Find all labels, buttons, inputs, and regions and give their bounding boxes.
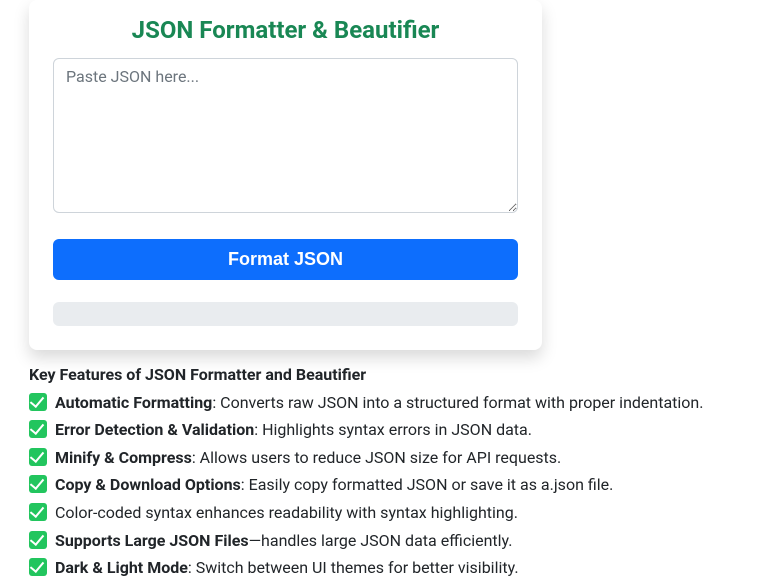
feature-bold: Copy & Download Options <box>55 475 241 494</box>
check-icon <box>29 448 47 466</box>
feature-bold: Error Detection & Validation <box>55 420 254 439</box>
features-heading: Key Features of JSON Formatter and Beaut… <box>29 362 780 388</box>
json-input[interactable] <box>53 58 518 213</box>
feature-rest: : Easily copy formatted JSON or save it … <box>241 475 614 494</box>
check-icon <box>29 475 47 493</box>
feature-bold: Supports Large JSON Files <box>55 531 249 550</box>
list-item: Copy & Download Options: Easily copy for… <box>29 472 780 498</box>
check-icon <box>29 531 47 549</box>
feature-rest: : Switch between UI themes for better vi… <box>188 558 519 577</box>
list-item: Color-coded syntax enhances readability … <box>29 500 780 526</box>
check-icon <box>29 420 47 438</box>
list-item: Minify & Compress: Allows users to reduc… <box>29 445 780 471</box>
check-icon <box>29 503 47 521</box>
formatter-card: JSON Formatter & Beautifier Format JSON <box>29 0 542 350</box>
feature-rest: Color-coded syntax enhances readability … <box>55 503 518 522</box>
feature-rest: : Converts raw JSON into a structured fo… <box>212 393 703 412</box>
card-title: JSON Formatter & Beautifier <box>53 16 518 44</box>
feature-bold: Dark & Light Mode <box>55 558 188 577</box>
feature-rest: —handles large JSON data efficiently. <box>249 531 513 550</box>
check-icon <box>29 393 47 411</box>
feature-rest: : Allows users to reduce JSON size for A… <box>192 448 561 467</box>
feature-rest: : Highlights syntax errors in JSON data. <box>254 420 532 439</box>
list-item: Automatic Formatting: Converts raw JSON … <box>29 390 780 416</box>
features-section: Key Features of JSON Formatter and Beaut… <box>29 362 780 581</box>
list-item: Supports Large JSON Files—handles large … <box>29 528 780 554</box>
features-list: Automatic Formatting: Converts raw JSON … <box>29 390 780 581</box>
feature-bold: Minify & Compress <box>55 448 192 467</box>
format-json-button[interactable]: Format JSON <box>53 239 518 280</box>
json-output <box>53 302 518 326</box>
list-item: Error Detection & Validation: Highlights… <box>29 417 780 443</box>
check-icon <box>29 558 47 576</box>
list-item: Dark & Light Mode: Switch between UI the… <box>29 555 780 581</box>
feature-bold: Automatic Formatting <box>55 393 212 412</box>
